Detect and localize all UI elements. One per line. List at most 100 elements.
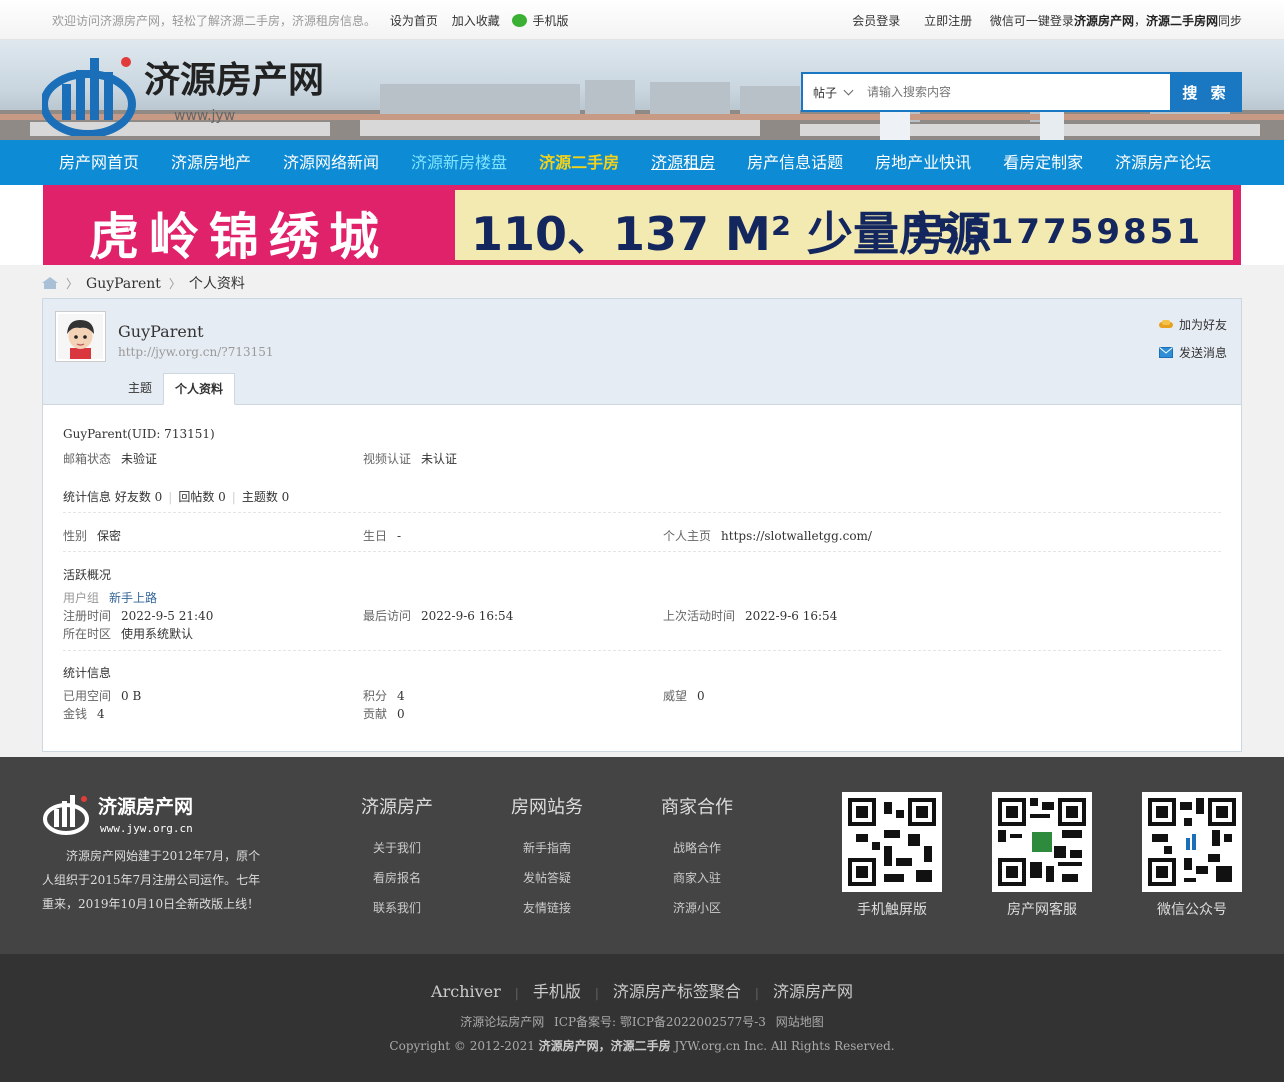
- last-visit-label: 最后访问: [363, 609, 412, 623]
- divider: [63, 551, 1221, 552]
- contribution-label: 贡献: [363, 707, 388, 721]
- send-message-button[interactable]: 发送消息: [1158, 344, 1227, 361]
- top-bar: 欢迎访问济源房产网，轻松了解济源二手房，济源租房信息。 设为首页 加入收藏 手机…: [0, 0, 1284, 40]
- tag-aggregation-link[interactable]: 济源房产标签聚合: [613, 982, 741, 1001]
- icp-site-link[interactable]: 济源论坛房产网: [460, 1015, 544, 1029]
- mobile-link[interactable]: 手机版: [533, 14, 569, 28]
- nav-item-flash-news[interactable]: 房地产业快讯: [859, 140, 987, 185]
- homepage-link[interactable]: https://slotwalletgg.com/: [721, 529, 872, 543]
- nav-item-custom-viewing[interactable]: 看房定制家: [987, 140, 1099, 185]
- friends-count-link[interactable]: 好友数 0: [115, 490, 162, 504]
- site-header: 济源房产网 www.jyw 帖子 搜 索: [0, 40, 1284, 140]
- search-category-select[interactable]: 帖子: [813, 84, 854, 101]
- set-home-link[interactable]: 设为首页: [390, 14, 438, 28]
- ad-banner[interactable]: 虎岭锦绣城 110、137 M² 少量房源 15517759851: [43, 185, 1241, 266]
- qr-wechat: 微信公众号: [1142, 792, 1242, 919]
- divider: |: [231, 490, 236, 504]
- space-used-value: 0 B: [121, 689, 142, 703]
- replies-count-link[interactable]: 回帖数 0: [178, 490, 225, 504]
- nav-item-news[interactable]: 济源网络新闻: [267, 140, 395, 185]
- divider: [63, 512, 1221, 513]
- footer-intro: 济源房产网始建于2012年7月，原个人组织于2015年7月注册公司运作。七年重来…: [42, 849, 261, 911]
- birthday-label: 生日: [363, 529, 388, 543]
- contribution-value: 0: [397, 707, 405, 721]
- search-input[interactable]: [867, 82, 1157, 102]
- welcome-text: 欢迎访问济源房产网，轻松了解济源二手房，济源租房信息。: [52, 14, 377, 28]
- footer-link-about[interactable]: 关于我们: [357, 833, 437, 863]
- nav-item-home[interactable]: 房产网首页: [43, 140, 155, 185]
- breadcrumb-separator: 〉: [168, 277, 181, 291]
- points-label: 积分: [363, 689, 388, 703]
- nav-item-second-hand[interactable]: 济源二手房: [523, 140, 635, 185]
- top-bar-right: 会员登录 立即注册 微信可一键登录济源房产网，济源二手房网同步: [852, 12, 1242, 29]
- footer-link-posting-help[interactable]: 发帖答疑: [507, 863, 587, 893]
- breadcrumb: 〉 GuyParent 〉个人资料: [42, 273, 245, 293]
- nav-item-rent[interactable]: 济源租房: [635, 140, 731, 185]
- copyright-prefix: Copyright © 2012-2021: [389, 1039, 535, 1053]
- footer-logo[interactable]: 济源房产网 www.jyw.org.cn: [42, 791, 212, 837]
- breadcrumb-user[interactable]: GuyParent: [86, 276, 161, 292]
- register-link[interactable]: 立即注册: [924, 14, 972, 28]
- main-nav: 房产网首页 济源房地产 济源网络新闻 济源新房楼盘 济源二手房 济源租房 房产信…: [0, 140, 1284, 185]
- footer-column-business: 商家合作 战略合作 商家入驻 济源小区: [657, 793, 737, 923]
- icp-number-link[interactable]: ICP备案号: 鄂ICP备2022002577号-3: [554, 1015, 766, 1029]
- nav-item-forum[interactable]: 济源房产论坛: [1099, 140, 1227, 185]
- statistics-row-1: 已用空间 0 B 积分 4 威望 0: [63, 687, 1221, 704]
- qr-code-icon: [1142, 792, 1242, 892]
- money-value: 4: [97, 707, 105, 721]
- banner-title: 虎岭锦绣城: [89, 207, 389, 266]
- qr-code-icon: [992, 792, 1092, 892]
- copyright-line: Copyright © 2012-2021 济源房产网，济源二手房 JYW.or…: [0, 1037, 1284, 1054]
- timezone-value: 使用系统默认: [121, 627, 194, 641]
- logo-subtext: www.jyw: [174, 108, 235, 124]
- birthday-value: -: [397, 529, 402, 543]
- usergroup-link[interactable]: 新手上路: [109, 591, 157, 605]
- profile-username: GuyParent: [118, 322, 204, 341]
- threads-count-link[interactable]: 主题数 0: [242, 490, 289, 504]
- profile-header: GuyParent http://jyw.org.cn/?713151 加为好友…: [43, 299, 1241, 405]
- add-favorite-link[interactable]: 加入收藏: [452, 14, 500, 28]
- usergroup-row: 用户组 新手上路: [63, 589, 157, 606]
- footer-link-signup-viewing[interactable]: 看房报名: [357, 863, 437, 893]
- site-home-link[interactable]: 济源房产网: [773, 982, 853, 1001]
- tab-profile[interactable]: 个人资料: [163, 373, 236, 405]
- site-logo[interactable]: 济源房产网 www.jyw: [42, 46, 342, 136]
- stats-label: 统计信息: [63, 490, 112, 504]
- avatar-image: [58, 314, 103, 359]
- envelope-icon: [1158, 347, 1173, 358]
- qr-caption: 房产网客服: [1007, 902, 1077, 918]
- statistics-row-2: 金钱 4 贡献 0: [63, 705, 1221, 722]
- mobile-version-link[interactable]: 手机版: [533, 982, 581, 1001]
- search-button[interactable]: 搜 索: [1170, 72, 1242, 112]
- nav-item-topics[interactable]: 房产信息话题: [731, 140, 859, 185]
- footer-link-friend-links[interactable]: 友情链接: [507, 893, 587, 923]
- archiver-link[interactable]: Archiver: [431, 982, 501, 1001]
- qr-code-image: [848, 798, 936, 886]
- tab-threads[interactable]: 主题: [117, 373, 163, 405]
- banner-phone: 15517759851: [909, 212, 1203, 252]
- footer-link-contact[interactable]: 联系我们: [357, 893, 437, 923]
- divider: |: [594, 986, 599, 1000]
- home-icon[interactable]: [42, 277, 58, 289]
- divider: [63, 650, 1221, 651]
- video-auth-value: 未认证: [421, 452, 458, 466]
- sitemap-link[interactable]: 网站地图: [776, 1015, 824, 1029]
- footer-link-guide[interactable]: 新手指南: [507, 833, 587, 863]
- gender-value: 保密: [97, 529, 122, 543]
- footer-link-merchant-join[interactable]: 商家入驻: [657, 863, 737, 893]
- profile-url[interactable]: http://jyw.org.cn/?713151: [118, 345, 274, 359]
- avatar[interactable]: [55, 311, 106, 362]
- footer-link-communities[interactable]: 济源小区: [657, 893, 737, 923]
- add-friend-button[interactable]: 加为好友: [1158, 316, 1227, 333]
- time-row: 注册时间 2022-9-5 21:40 最后访问 2022-9-6 16:54 上次…: [63, 607, 1221, 624]
- wechat-site-1: 济源房产网: [1073, 14, 1134, 28]
- footer-link-partnership[interactable]: 战略合作: [657, 833, 737, 863]
- search-category-label: 帖子: [813, 86, 838, 100]
- wechat-login-text[interactable]: 微信可一键登录济源房产网，济源二手房网同步: [990, 14, 1242, 28]
- site-footer: 济源房产网 www.jyw.org.cn 济源房产网始建于2012年7月，原个人…: [0, 757, 1284, 954]
- nav-item-new-homes[interactable]: 济源新房楼盘: [395, 140, 523, 185]
- nav-item-real-estate[interactable]: 济源房地产: [155, 140, 267, 185]
- gender-label: 性别: [63, 529, 88, 543]
- footer-column-title: 济源房产: [361, 797, 433, 818]
- login-link[interactable]: 会员登录: [852, 14, 900, 28]
